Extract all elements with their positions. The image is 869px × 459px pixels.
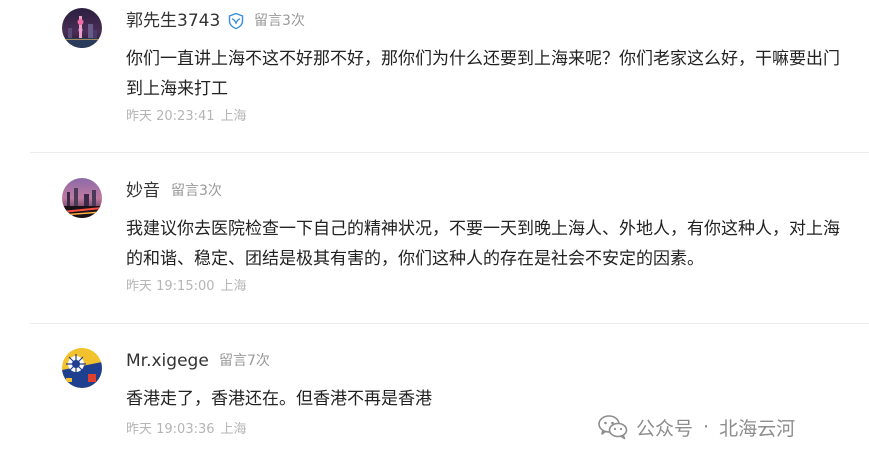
comment-count: 留言7次 [219, 353, 270, 369]
watermark-separator: · [703, 416, 710, 438]
comment-text: 我建议你去医院检查一下自己的精神状况，不要一天到晚上海人、外地人，有你这种人，对… [126, 219, 840, 269]
wechat-watermark: 公众号 · 北海云河 [598, 413, 795, 441]
divider [30, 323, 869, 324]
divider [30, 152, 869, 153]
comment-meta: 昨天 19:03:36 上海 [126, 422, 253, 438]
comment-count: 留言3次 [171, 183, 222, 199]
comment-text: 你们一直讲上海不这不好那不好，那你们为什么还要到上海来呢？你们老家这么好，干嘛要… [126, 49, 840, 99]
wechat-icon [598, 414, 628, 440]
comment-count: 留言3次 [254, 13, 305, 29]
verified-shield-icon [227, 12, 245, 30]
avatar[interactable] [62, 8, 102, 48]
watermark-account: 北海云河 [719, 417, 796, 440]
avatar[interactable] [62, 178, 102, 218]
commenter-name[interactable]: 郭先生3743 [126, 11, 220, 31]
watermark-label: 公众号 [636, 417, 694, 440]
comment-text: 香港走了，香港还在。但香港不再是香港 [126, 389, 432, 409]
comment-meta: 昨天 19:15:00 上海 [126, 279, 253, 295]
comment-time: 昨天 19:03:36 [126, 422, 215, 437]
avatar[interactable] [62, 348, 102, 388]
comment-time: 昨天 20:23:41 [126, 109, 215, 124]
comment-location: 上海 [220, 279, 247, 294]
commenter-name[interactable]: 妙音 [126, 181, 160, 201]
comment-time: 昨天 19:15:00 [126, 279, 215, 294]
comment-location: 上海 [220, 109, 247, 124]
comment-meta: 昨天 20:23:41 上海 [126, 109, 253, 125]
commenter-name[interactable]: Mr.xigege [126, 351, 209, 371]
comment-location: 上海 [220, 422, 247, 437]
